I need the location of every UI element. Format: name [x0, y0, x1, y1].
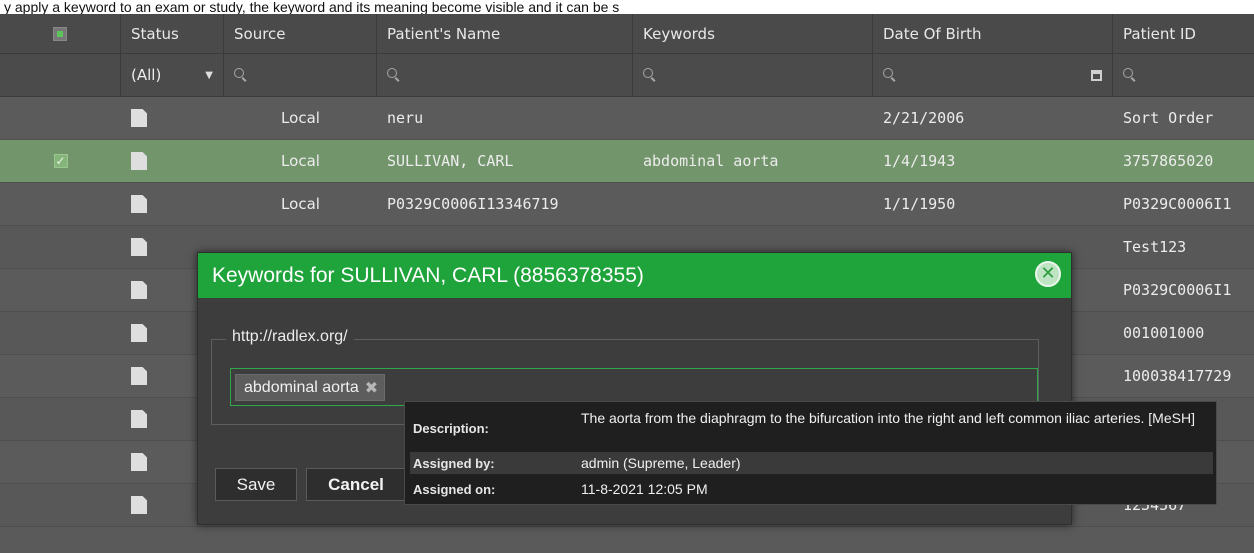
- document-icon: [131, 496, 147, 514]
- document-icon: [131, 453, 147, 471]
- keywords-cell: abdominal aorta: [643, 152, 779, 170]
- document-icon: [131, 367, 147, 385]
- document-icon: [131, 324, 147, 342]
- tooltip-description-row: Description: The aorta from the diaphrag…: [410, 406, 1213, 448]
- patient-id-cell: 001001000: [1123, 324, 1205, 342]
- row-select-cell[interactable]: [0, 226, 121, 268]
- date-of-birth-cell: 1/4/1943: [883, 152, 956, 170]
- select-all-cell[interactable]: [0, 14, 121, 53]
- close-icon[interactable]: ✕: [1035, 261, 1061, 287]
- assigned-on-label: Assigned on:: [413, 482, 496, 497]
- description-value: The aorta from the diaphragm to the bifu…: [581, 410, 1195, 426]
- row-select-cell[interactable]: [0, 183, 121, 225]
- dob-filter-input[interactable]: [873, 54, 1113, 96]
- status-cell: [121, 183, 224, 225]
- page-caption-text: y apply a keyword to an exam or study, t…: [0, 0, 1254, 14]
- row-select-cell[interactable]: [0, 441, 121, 483]
- column-header-keywords[interactable]: Keywords: [633, 14, 873, 53]
- grid-header-row: Status Source Patient's Name Keywords Da…: [0, 14, 1254, 54]
- source-cell: Local: [281, 195, 320, 213]
- column-header-patient-name[interactable]: Patient's Name: [377, 14, 633, 53]
- row-select-cell[interactable]: [0, 97, 121, 139]
- patient-name-cell: neru: [387, 109, 424, 127]
- patient-id-cell: 3757865020: [1123, 152, 1214, 170]
- column-header-status[interactable]: Status: [121, 14, 224, 53]
- document-icon: [131, 195, 147, 213]
- save-button[interactable]: Save: [215, 468, 297, 501]
- patient-id-cell: P0329C0006I1: [1123, 281, 1232, 299]
- tooltip-assigned-by-row: Assigned by: admin (Supreme, Leader): [410, 452, 1213, 474]
- assigned-by-value: admin (Supreme, Leader): [581, 455, 741, 471]
- keyword-tooltip: Description: The aorta from the diaphrag…: [404, 401, 1217, 505]
- patient-id-cell: P0329C0006I1: [1123, 195, 1232, 213]
- patient-id-filter-input[interactable]: [1113, 54, 1254, 96]
- date-of-birth-cell: 1/1/1950: [883, 195, 956, 213]
- status-filter-value: (All): [131, 66, 162, 84]
- select-all-checkbox[interactable]: [53, 26, 67, 41]
- filter-empty-cell: [0, 54, 121, 96]
- tooltip-assigned-on-row: Assigned on: 11-8-2021 12:05 PM: [410, 478, 1213, 500]
- row-checkbox[interactable]: ✓: [53, 154, 68, 168]
- patient-id-cell: Sort Order: [1123, 109, 1214, 127]
- source-cell: Local: [281, 109, 320, 127]
- search-icon: [387, 68, 401, 82]
- cancel-button[interactable]: Cancel: [306, 468, 406, 501]
- calendar-icon[interactable]: [1091, 69, 1102, 81]
- source-cell: Local: [281, 152, 320, 170]
- row-select-cell[interactable]: ✓: [0, 140, 121, 182]
- grid-filter-row: (All) ▼: [0, 54, 1254, 97]
- assigned-by-label: Assigned by:: [413, 456, 495, 471]
- row-select-cell[interactable]: [0, 484, 121, 526]
- dialog-header: Keywords for SULLIVAN, CARL (8856378355)…: [198, 253, 1071, 298]
- document-icon: [131, 238, 147, 256]
- keywords-cell: [633, 97, 873, 139]
- patient-name-filter-input[interactable]: [377, 54, 633, 96]
- column-header-patient-id[interactable]: Patient ID: [1113, 14, 1254, 53]
- table-row[interactable]: Local P0329C0006I13346719 1/1/1950 P0329C00…: [0, 183, 1254, 226]
- search-icon: [1123, 68, 1137, 82]
- table-row[interactable]: ✓ Local SULLIVAN, CARL abdominal aorta 1/4/1…: [0, 140, 1254, 183]
- status-cell: [121, 97, 224, 139]
- description-label: Description:: [413, 421, 489, 436]
- chevron-down-icon: ▼: [205, 69, 213, 81]
- keywords-filter-input[interactable]: [633, 54, 873, 96]
- search-icon: [234, 68, 248, 82]
- search-icon: [883, 68, 897, 82]
- keywords-cell: [633, 183, 873, 225]
- patient-name-cell: P0329C0006I13346719: [387, 195, 559, 213]
- assigned-on-value: 11-8-2021 12:05 PM: [581, 481, 708, 497]
- remove-tag-icon[interactable]: ✖: [365, 378, 378, 398]
- table-row[interactable]: Local neru 2/21/2006 Sort Order: [0, 97, 1254, 140]
- document-icon: [131, 410, 147, 428]
- row-select-cell[interactable]: [0, 355, 121, 397]
- document-icon: [131, 152, 147, 170]
- patient-id-cell: 100038417729: [1123, 367, 1232, 385]
- document-icon: [131, 281, 147, 299]
- patient-id-cell: Test123: [1123, 238, 1187, 256]
- source-filter-input[interactable]: [224, 54, 377, 96]
- row-select-cell[interactable]: [0, 269, 121, 311]
- row-select-cell[interactable]: [0, 398, 121, 440]
- keyword-tag[interactable]: abdominal aorta ✖: [235, 374, 386, 401]
- status-cell: [121, 140, 224, 182]
- date-of-birth-cell: 2/21/2006: [883, 109, 965, 127]
- document-icon: [131, 109, 147, 127]
- row-select-cell[interactable]: [0, 312, 121, 354]
- dialog-title: Keywords for SULLIVAN, CARL (8856378355): [212, 264, 644, 287]
- search-icon: [643, 68, 657, 82]
- keyword-group-label: http://radlex.org/: [226, 328, 354, 346]
- column-header-source[interactable]: Source: [224, 14, 377, 53]
- keyword-tag-label: abdominal aorta: [244, 378, 359, 396]
- patient-name-cell: SULLIVAN, CARL: [387, 152, 514, 170]
- status-filter-dropdown[interactable]: (All) ▼: [121, 54, 224, 96]
- column-header-date-of-birth[interactable]: Date Of Birth: [873, 14, 1113, 53]
